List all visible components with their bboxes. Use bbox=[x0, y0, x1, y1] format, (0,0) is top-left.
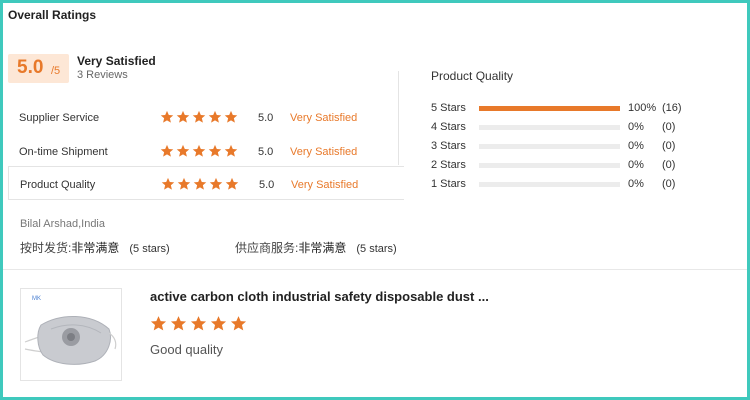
sub-rating-name: On-time Shipment bbox=[19, 146, 108, 158]
distribution-percent: 0% bbox=[628, 140, 644, 152]
star-icon bbox=[177, 177, 191, 191]
review-attributes: 按时发货:非常满意 (5 stars) 供应商服务:非常满意 (5 stars) bbox=[20, 239, 620, 257]
review-attribute-service: 供应商服务:非常满意 (5 stars) bbox=[235, 239, 397, 256]
distribution-label: 1 Stars bbox=[431, 178, 466, 190]
star-icon bbox=[224, 144, 238, 158]
star-icon bbox=[160, 110, 174, 124]
attribute-value: 非常满意 bbox=[298, 241, 347, 255]
sub-rating-value: 5.0 bbox=[258, 146, 274, 158]
overall-score-badge: 5.0 /5 bbox=[8, 54, 69, 83]
attribute-key: 按时发货: bbox=[20, 241, 72, 255]
distribution-row: 3 Stars 0% (0) bbox=[431, 139, 731, 155]
attribute-value: 非常满意 bbox=[71, 241, 120, 255]
star-icon bbox=[190, 315, 207, 332]
distribution-percent: 0% bbox=[628, 121, 644, 133]
sub-rating-value: 5.0 bbox=[258, 112, 274, 124]
star-icon bbox=[209, 177, 223, 191]
sub-rating-text: Very Satisfied bbox=[290, 112, 358, 124]
distribution-percent: 100% bbox=[628, 102, 657, 114]
sub-ratings-panel: Supplier Service 5.0 Very Satisfied On-t… bbox=[8, 95, 404, 203]
distribution-count: (16) bbox=[662, 102, 682, 114]
distribution-row: 5 Stars 100% (16) bbox=[431, 101, 731, 117]
product-title-link[interactable]: active carbon cloth industrial safety di… bbox=[150, 289, 489, 304]
review-count[interactable]: 3 Reviews bbox=[77, 69, 128, 81]
review-text: Good quality bbox=[150, 342, 223, 357]
star-rating bbox=[160, 144, 238, 158]
attribute-stars: (5 stars) bbox=[356, 243, 397, 255]
distribution-bar bbox=[479, 106, 620, 111]
distribution-label: 5 Stars bbox=[431, 102, 466, 114]
distribution-row: 4 Stars 0% (0) bbox=[431, 120, 731, 136]
sub-rating-value: 5.0 bbox=[259, 179, 275, 191]
star-rating bbox=[160, 110, 238, 124]
distribution-percent: 0% bbox=[628, 159, 644, 171]
attribute-stars: (5 stars) bbox=[129, 243, 170, 255]
distribution-bar bbox=[479, 163, 620, 168]
sub-rating-name: Product Quality bbox=[20, 179, 96, 191]
distribution-label: 4 Stars bbox=[431, 121, 466, 133]
star-icon bbox=[225, 177, 239, 191]
sub-rating-row-on-time-shipment[interactable]: On-time Shipment 5.0 Very Satisfied bbox=[8, 134, 404, 168]
star-icon bbox=[224, 110, 238, 124]
overall-score: 5.0 bbox=[17, 57, 44, 78]
star-icon bbox=[230, 315, 247, 332]
review-star-rating bbox=[150, 315, 247, 332]
star-icon bbox=[193, 177, 207, 191]
distribution-count: (0) bbox=[662, 121, 676, 133]
distribution-bar bbox=[479, 182, 620, 187]
overall-label: Very Satisfied bbox=[77, 54, 156, 68]
star-icon bbox=[208, 144, 222, 158]
distribution-count: (0) bbox=[662, 178, 676, 190]
distribution-bar-fill bbox=[479, 106, 620, 111]
product-thumbnail[interactable]: MK bbox=[20, 288, 122, 381]
product-quality-title: Product Quality bbox=[431, 69, 514, 83]
distribution-percent: 0% bbox=[628, 178, 644, 190]
mask-image: MK bbox=[24, 296, 117, 365]
section-title: Overall Ratings bbox=[8, 8, 97, 22]
distribution-label: 2 Stars bbox=[431, 159, 466, 171]
sub-rating-text: Very Satisfied bbox=[291, 179, 359, 191]
star-icon bbox=[170, 315, 187, 332]
star-icon bbox=[176, 144, 190, 158]
star-icon bbox=[150, 315, 167, 332]
distribution-label: 3 Stars bbox=[431, 140, 466, 152]
review-attribute-shipment: 按时发货:非常满意 (5 stars) bbox=[20, 239, 170, 256]
distribution-count: (0) bbox=[662, 159, 676, 171]
star-icon bbox=[208, 110, 222, 124]
distribution-bar bbox=[479, 144, 620, 149]
distribution-bar bbox=[479, 125, 620, 130]
thumb-logo: MK bbox=[32, 296, 41, 302]
divider bbox=[3, 269, 747, 270]
star-icon bbox=[192, 110, 206, 124]
overall-score-denominator: /5 bbox=[51, 65, 61, 77]
reviewer-name: Bilal Arshad,India bbox=[20, 218, 105, 230]
sub-rating-row-product-quality[interactable]: Product Quality 5.0 Very Satisfied bbox=[8, 166, 404, 200]
ratings-card: Overall Ratings 5.0 /5 Very Satisfied 3 … bbox=[3, 3, 747, 397]
sub-rating-name: Supplier Service bbox=[19, 112, 100, 124]
distribution-count: (0) bbox=[662, 140, 676, 152]
attribute-key: 供应商服务: bbox=[235, 241, 299, 255]
star-icon bbox=[192, 144, 206, 158]
star-icon bbox=[161, 177, 175, 191]
distribution-row: 1 Stars 0% (0) bbox=[431, 177, 731, 193]
sub-rating-text: Very Satisfied bbox=[290, 146, 358, 158]
sub-rating-row-supplier-service[interactable]: Supplier Service 5.0 Very Satisfied bbox=[8, 100, 404, 134]
star-icon bbox=[176, 110, 190, 124]
distribution-row: 2 Stars 0% (0) bbox=[431, 158, 731, 174]
star-icon bbox=[210, 315, 227, 332]
star-rating bbox=[161, 177, 239, 191]
star-icon bbox=[160, 144, 174, 158]
